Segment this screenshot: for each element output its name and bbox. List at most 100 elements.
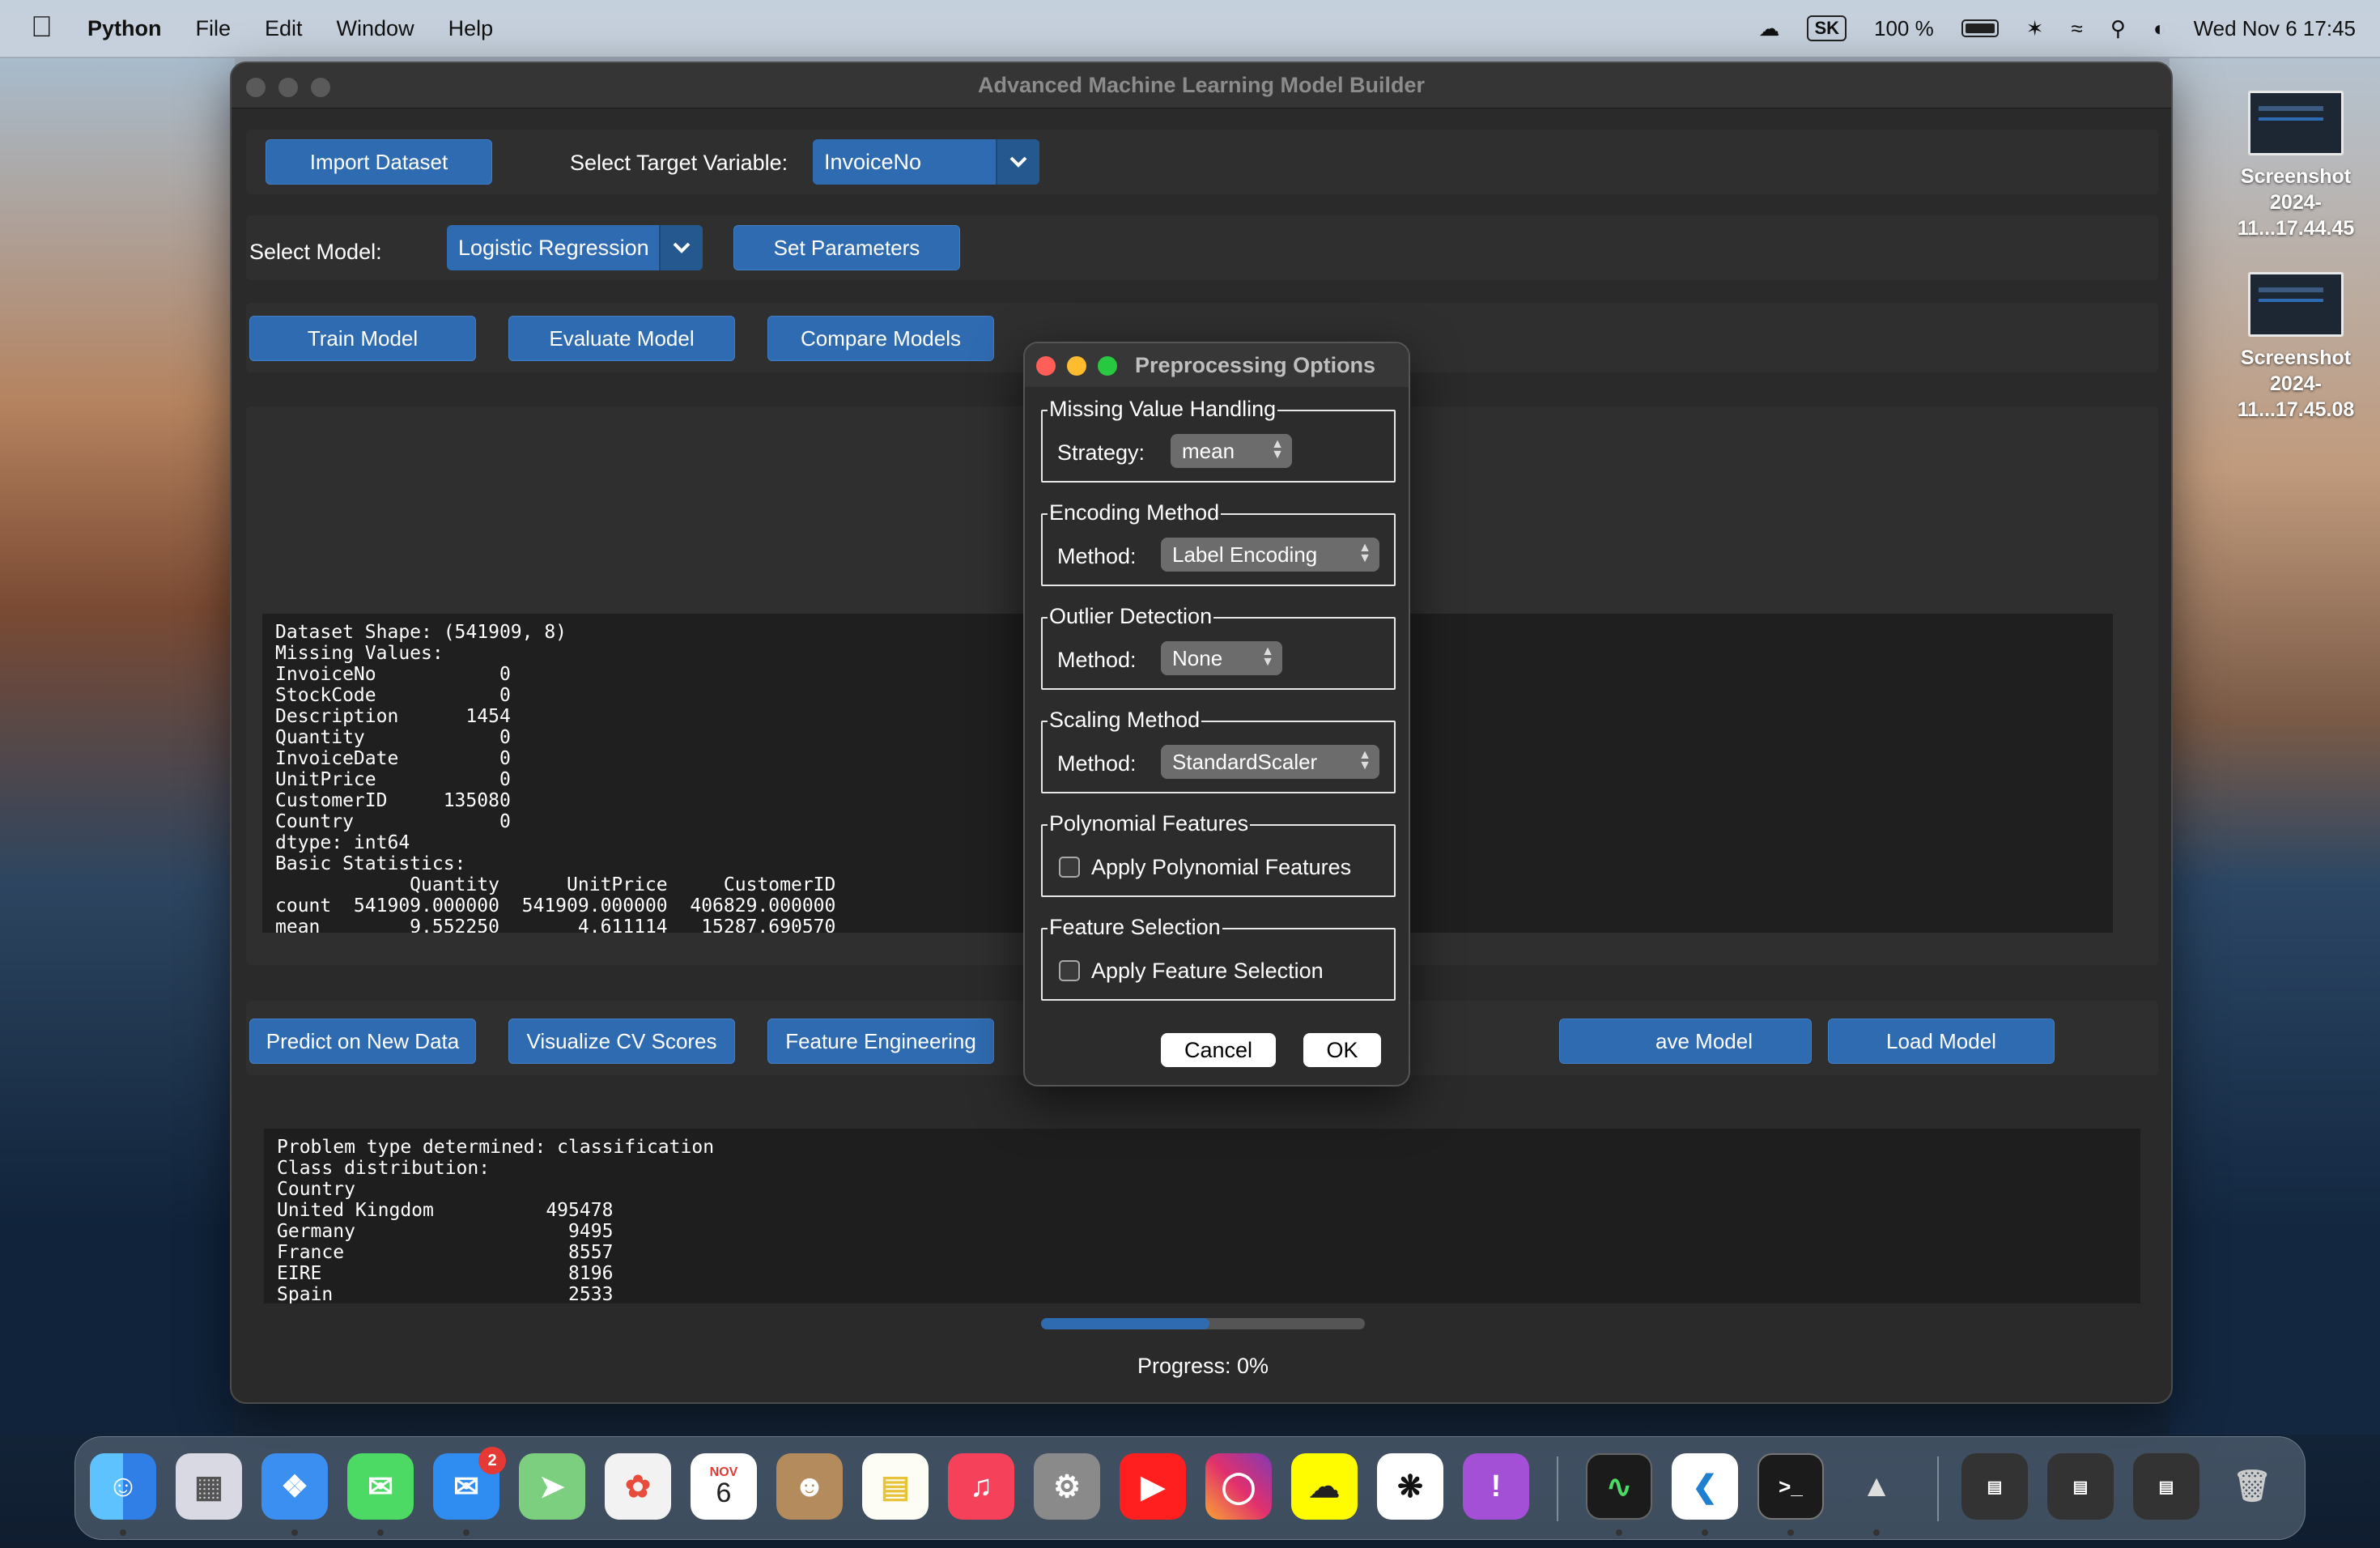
messages-icon[interactable]: ✉: [347, 1453, 414, 1520]
music-icon[interactable]: ♫: [948, 1453, 1014, 1520]
model-panel: Select Model: Logistic Regression Set Pa…: [246, 215, 2158, 280]
dialog-zoom-button[interactable]: [1098, 356, 1117, 376]
up-down-arrows-icon: ▲ ▼: [1261, 644, 1274, 669]
feature-selection-group-title: Feature Selection: [1048, 915, 1222, 940]
feature-engineering-button[interactable]: Feature Engineering: [767, 1019, 994, 1064]
youtube-icon[interactable]: ▶: [1120, 1453, 1186, 1520]
safari-icon[interactable]: ❖: [261, 1453, 328, 1520]
target-variable-label: Select Target Variable:: [570, 151, 788, 175]
menu-app-name[interactable]: Python: [87, 16, 162, 41]
feature-selection-group: Feature Selection Apply Feature Selectio…: [1041, 915, 1396, 1001]
desktop-file-screenshot-1[interactable]: Screenshot 2024-11...17.44.45: [2231, 91, 2361, 241]
outlier-method-label: Method:: [1057, 648, 1137, 672]
polynomial-group-title: Polynomial Features: [1048, 811, 1251, 836]
dock-separator: [1937, 1457, 1939, 1521]
window-preview-2-icon[interactable]: ▤: [2047, 1453, 2114, 1520]
strategy-value: mean: [1182, 438, 1235, 463]
activity-monitor-icon[interactable]: ∿: [1586, 1453, 1652, 1520]
menu-clock[interactable]: Wed Nov 6 17:45: [2194, 16, 2356, 41]
running-indicator: [463, 1529, 470, 1536]
keyboard-layout-indicator[interactable]: SK: [1807, 15, 1847, 41]
window-preview-3-icon[interactable]: ▤: [2133, 1453, 2199, 1520]
encoding-method-popup[interactable]: Label Encoding ▲ ▼: [1161, 538, 1379, 572]
compare-models-button[interactable]: Compare Models: [767, 316, 994, 361]
calendar-icon[interactable]: NOV 6: [691, 1453, 757, 1520]
instagram-icon[interactable]: ◯: [1205, 1453, 1272, 1520]
search-icon[interactable]: ⚲: [2110, 16, 2126, 41]
dialog-titlebar: Preprocessing Options: [1025, 343, 1409, 387]
trash-icon[interactable]: 🗑: [2219, 1453, 2285, 1520]
chevron-down-icon[interactable]: [659, 225, 703, 270]
screenshot-thumbnail-icon: [2248, 91, 2344, 155]
apple-icon[interactable]: : [31, 10, 53, 44]
rocket-icon[interactable]: ▲: [1843, 1453, 1910, 1520]
set-parameters-button[interactable]: Set Parameters: [733, 225, 960, 270]
chevron-down-icon[interactable]: [996, 139, 1039, 185]
vscode-icon[interactable]: ❮: [1672, 1453, 1738, 1520]
maps-icon[interactable]: ➤: [519, 1453, 585, 1520]
encoding-group: Encoding Method Method: Label Encoding ▲…: [1041, 500, 1396, 586]
import-dataset-button[interactable]: Import Dataset: [266, 139, 492, 185]
snapchat-icon[interactable]: ☁: [1291, 1453, 1358, 1520]
contacts-icon[interactable]: ☻: [776, 1453, 843, 1520]
save-model-button[interactable]: ave Model: [1559, 1019, 1812, 1064]
polynomial-features-label[interactable]: Apply Polynomial Features: [1091, 855, 1351, 880]
load-model-button[interactable]: Load Model: [1828, 1019, 2055, 1064]
cloud-sync-icon[interactable]: ☁: [1758, 16, 1779, 41]
up-down-arrows-icon: ▲ ▼: [1358, 748, 1371, 772]
data-panel: Import Dataset Select Target Variable: I…: [246, 130, 2158, 194]
wifi-icon[interactable]: ≈: [2072, 16, 2083, 41]
photos-icon[interactable]: ✿: [605, 1453, 671, 1520]
ok-button[interactable]: OK: [1303, 1033, 1381, 1067]
bluetooth-icon[interactable]: ✶: [2026, 16, 2044, 41]
target-variable-combobox[interactable]: InvoiceNo: [813, 139, 1039, 185]
control-center-icon[interactable]: ◐: [2153, 16, 2166, 41]
log-console[interactable]: Problem type determined: classification …: [264, 1129, 2140, 1303]
dialog-minimize-button[interactable]: [1067, 356, 1086, 376]
chatgpt-icon[interactable]: ❋: [1377, 1453, 1443, 1520]
train-model-button[interactable]: Train Model: [249, 316, 476, 361]
menu-window[interactable]: Window: [337, 16, 414, 41]
menu-edit[interactable]: Edit: [265, 16, 303, 41]
running-indicator: [120, 1529, 126, 1536]
model-value: Logistic Regression: [458, 235, 649, 260]
outlier-method-popup[interactable]: None ▲ ▼: [1161, 641, 1282, 675]
mail-icon[interactable]: ✉ 2: [433, 1447, 506, 1520]
up-down-arrows-icon: ▲ ▼: [1358, 541, 1371, 565]
feedback-icon[interactable]: !: [1463, 1453, 1529, 1520]
menu-file[interactable]: File: [196, 16, 232, 41]
missing-value-group: Missing Value Handling Strategy: mean ▲ ▼: [1041, 397, 1396, 483]
missing-value-group-title: Missing Value Handling: [1048, 397, 1278, 422]
predict-new-data-button[interactable]: Predict on New Data: [249, 1019, 476, 1064]
polynomial-features-checkbox[interactable]: [1059, 857, 1080, 878]
running-indicator: [1873, 1529, 1880, 1536]
feature-selection-label[interactable]: Apply Feature Selection: [1091, 959, 1324, 984]
battery-percent: 100 %: [1874, 15, 1934, 40]
feature-selection-checkbox[interactable]: [1059, 960, 1080, 981]
window-preview-1-icon[interactable]: ▤: [1961, 1453, 2028, 1520]
outlier-group: Outlier Detection Method: None ▲ ▼: [1041, 604, 1396, 690]
progress-label: Progress: 0%: [1137, 1354, 1269, 1378]
running-indicator: [1702, 1529, 1708, 1536]
running-indicator: [377, 1529, 384, 1536]
terminal-icon[interactable]: >_: [1757, 1453, 1824, 1520]
model-combobox[interactable]: Logistic Regression: [447, 225, 703, 270]
visualize-cv-scores-button[interactable]: Visualize CV Scores: [508, 1019, 735, 1064]
cancel-button[interactable]: Cancel: [1161, 1033, 1276, 1067]
strategy-popup[interactable]: mean ▲ ▼: [1171, 434, 1292, 468]
launchpad-icon[interactable]: ▦: [176, 1453, 242, 1520]
desktop-file-screenshot-2[interactable]: Screenshot 2024-11...17.45.08: [2231, 272, 2361, 423]
dialog-close-button[interactable]: [1036, 356, 1056, 376]
evaluate-model-button[interactable]: Evaluate Model: [508, 316, 735, 361]
notes-icon[interactable]: ▤: [862, 1453, 929, 1520]
running-indicator: [1787, 1529, 1794, 1536]
finder-icon[interactable]: ☺: [90, 1453, 156, 1520]
scaling-method-value: StandardScaler: [1172, 749, 1318, 774]
running-indicator: [1616, 1529, 1622, 1536]
up-down-arrows-icon: ▲ ▼: [1271, 437, 1284, 461]
menu-help[interactable]: Help: [448, 16, 494, 41]
dock: ☺ ▦ ❖ ✉ ✉ 2 ➤ ✿ NOV 6 ☻ ▤ ♫ ⚙ ▶ ◯ ☁ ❋ ! …: [74, 1436, 2306, 1540]
battery-icon[interactable]: [1961, 19, 1999, 37]
system-settings-icon[interactable]: ⚙: [1034, 1453, 1100, 1520]
scaling-method-popup[interactable]: StandardScaler ▲ ▼: [1161, 745, 1379, 779]
